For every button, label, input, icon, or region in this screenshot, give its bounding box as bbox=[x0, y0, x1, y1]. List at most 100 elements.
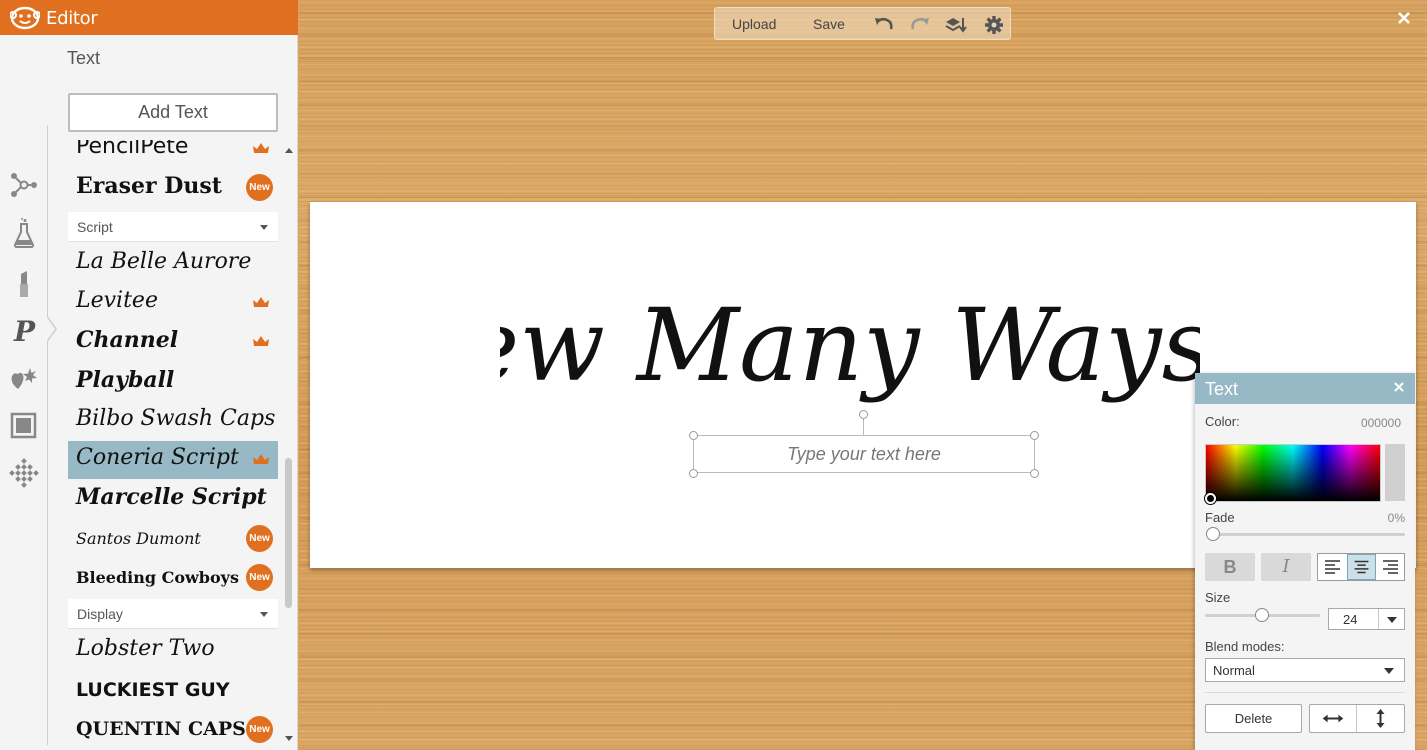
font-list-scrollbar[interactable] bbox=[284, 140, 294, 748]
chevron-down-icon bbox=[260, 612, 268, 618]
size-dropdown-button[interactable] bbox=[1378, 609, 1404, 629]
scroll-up-arrow-icon[interactable] bbox=[285, 148, 293, 153]
font-name: Marcelle Script bbox=[76, 484, 267, 511]
font-item[interactable]: Santos Dumont New bbox=[68, 520, 278, 558]
resize-handle-bottom-left[interactable] bbox=[689, 469, 698, 478]
save-button[interactable]: Save bbox=[813, 8, 845, 41]
redo-icon[interactable] bbox=[909, 15, 931, 35]
rail-divider bbox=[47, 125, 48, 745]
align-right-icon[interactable] bbox=[1376, 554, 1405, 580]
new-badge: New bbox=[246, 174, 273, 202]
font-item[interactable]: Lobster Two bbox=[68, 632, 278, 670]
font-category-select[interactable]: Display bbox=[68, 599, 278, 630]
panel-close-icon[interactable] bbox=[1391, 379, 1407, 395]
font-item[interactable]: Marcelle Script bbox=[68, 480, 278, 518]
font-name: Coneria Script bbox=[76, 445, 239, 471]
fade-label: Fade bbox=[1205, 510, 1235, 525]
undo-icon[interactable] bbox=[873, 15, 895, 35]
color-picker-cursor[interactable] bbox=[1205, 493, 1216, 504]
alignment-group bbox=[1317, 553, 1405, 581]
font-name: Levitee bbox=[76, 287, 158, 313]
chevron-down-icon bbox=[260, 224, 268, 230]
fade-slider-knob[interactable] bbox=[1206, 527, 1220, 541]
add-text-button[interactable]: Add Text bbox=[68, 93, 278, 132]
svg-text:P: P bbox=[13, 315, 36, 346]
text-p-icon[interactable]: P bbox=[8, 314, 40, 346]
chevron-down-icon bbox=[1384, 668, 1394, 674]
italic-button[interactable]: I bbox=[1261, 553, 1311, 581]
panel-header[interactable]: Text bbox=[1195, 373, 1415, 404]
tool-rail: P bbox=[0, 35, 48, 750]
effects-flask-icon[interactable] bbox=[8, 218, 40, 250]
premium-crown-icon bbox=[253, 143, 269, 153]
font-name: Bleeding Cowboys bbox=[76, 568, 239, 587]
font-item[interactable]: PencilPete bbox=[68, 140, 278, 168]
overlays-icon[interactable] bbox=[8, 363, 40, 395]
align-left-icon[interactable] bbox=[1318, 554, 1347, 580]
font-item[interactable]: Quentin Caps New bbox=[68, 711, 278, 749]
premium-crown-icon bbox=[253, 336, 269, 347]
section-title: Text bbox=[67, 48, 101, 68]
font-name: Eraser Dust bbox=[76, 173, 222, 200]
font-item[interactable]: Channel bbox=[68, 323, 278, 361]
resize-handle-top-right[interactable] bbox=[1030, 431, 1039, 440]
text-input-box[interactable]: Type your text here bbox=[693, 435, 1035, 473]
close-editor-icon[interactable] bbox=[1394, 8, 1414, 28]
headline-text-glyphs: Sew Many Ways... bbox=[500, 287, 1200, 404]
touch-up-lipstick-icon[interactable] bbox=[8, 268, 40, 300]
picmonkey-logo-icon[interactable] bbox=[10, 6, 40, 30]
size-input[interactable]: 24 bbox=[1328, 608, 1405, 630]
rotate-handle-stem bbox=[863, 417, 864, 435]
font-item[interactable]: Eraser Dust New bbox=[68, 169, 278, 207]
textures-icon[interactable] bbox=[8, 457, 40, 489]
color-label: Color: bbox=[1205, 414, 1240, 429]
bold-button[interactable]: B bbox=[1205, 553, 1255, 581]
font-item[interactable]: Luckiest Guy bbox=[68, 672, 278, 710]
headline-text[interactable]: Sew Many Ways... bbox=[500, 270, 1200, 430]
rotate-handle[interactable] bbox=[859, 410, 868, 419]
blend-mode-select[interactable]: Normal bbox=[1205, 658, 1405, 682]
size-value: 24 bbox=[1343, 612, 1358, 627]
chevron-down-icon bbox=[1387, 617, 1397, 623]
settings-gear-icon[interactable] bbox=[983, 15, 1005, 35]
top-toolbar: Upload Save bbox=[714, 7, 1011, 40]
scroll-down-arrow-icon[interactable] bbox=[285, 736, 293, 741]
blend-mode-value: Normal bbox=[1213, 663, 1255, 678]
font-category-select[interactable]: Script bbox=[68, 211, 278, 242]
fade-slider-track[interactable] bbox=[1209, 533, 1405, 536]
color-preview-strip[interactable] bbox=[1385, 444, 1405, 501]
panel-title: Text bbox=[1205, 379, 1239, 399]
font-item[interactable]: Bleeding Cowboys New bbox=[68, 559, 278, 597]
frames-icon[interactable] bbox=[8, 409, 40, 441]
font-name: PencilPete bbox=[76, 140, 189, 159]
font-name: Quentin Caps bbox=[76, 717, 246, 740]
layers-icon[interactable] bbox=[945, 15, 967, 35]
resize-handle-bottom-right[interactable] bbox=[1030, 469, 1039, 478]
color-picker-field[interactable] bbox=[1205, 444, 1381, 502]
font-item[interactable]: Playball bbox=[68, 363, 278, 401]
font-name: Bilbo Swash Caps bbox=[76, 405, 276, 431]
color-hex-value[interactable]: 000000 bbox=[1361, 416, 1401, 430]
rail-active-pointer bbox=[46, 315, 57, 343]
flip-vertical-icon[interactable] bbox=[1357, 705, 1404, 732]
edit-nodes-icon[interactable] bbox=[8, 168, 40, 200]
font-name: Channel bbox=[76, 327, 179, 354]
font-item[interactable]: Levitee bbox=[68, 284, 278, 322]
app-title: Editor bbox=[46, 8, 98, 29]
font-item[interactable]: Coneria Script bbox=[68, 441, 278, 480]
delete-button[interactable]: Delete bbox=[1205, 704, 1302, 733]
size-label: Size bbox=[1205, 590, 1231, 605]
scrollbar-thumb[interactable] bbox=[285, 458, 292, 608]
font-item[interactable]: La Belle Aurore bbox=[68, 245, 278, 283]
font-item[interactable]: Bilbo Swash Caps bbox=[68, 402, 278, 440]
resize-handle-top-left[interactable] bbox=[689, 431, 698, 440]
flip-horizontal-icon[interactable] bbox=[1310, 705, 1357, 732]
editor-topbar: Editor bbox=[0, 0, 298, 35]
font-name: La Belle Aurore bbox=[76, 248, 252, 274]
size-slider-knob[interactable] bbox=[1255, 608, 1269, 622]
font-category-label: Display bbox=[77, 606, 123, 623]
font-name: Luckiest Guy bbox=[76, 678, 230, 701]
flip-group bbox=[1309, 704, 1405, 733]
align-center-icon[interactable] bbox=[1347, 554, 1376, 580]
upload-button[interactable]: Upload bbox=[732, 8, 776, 41]
